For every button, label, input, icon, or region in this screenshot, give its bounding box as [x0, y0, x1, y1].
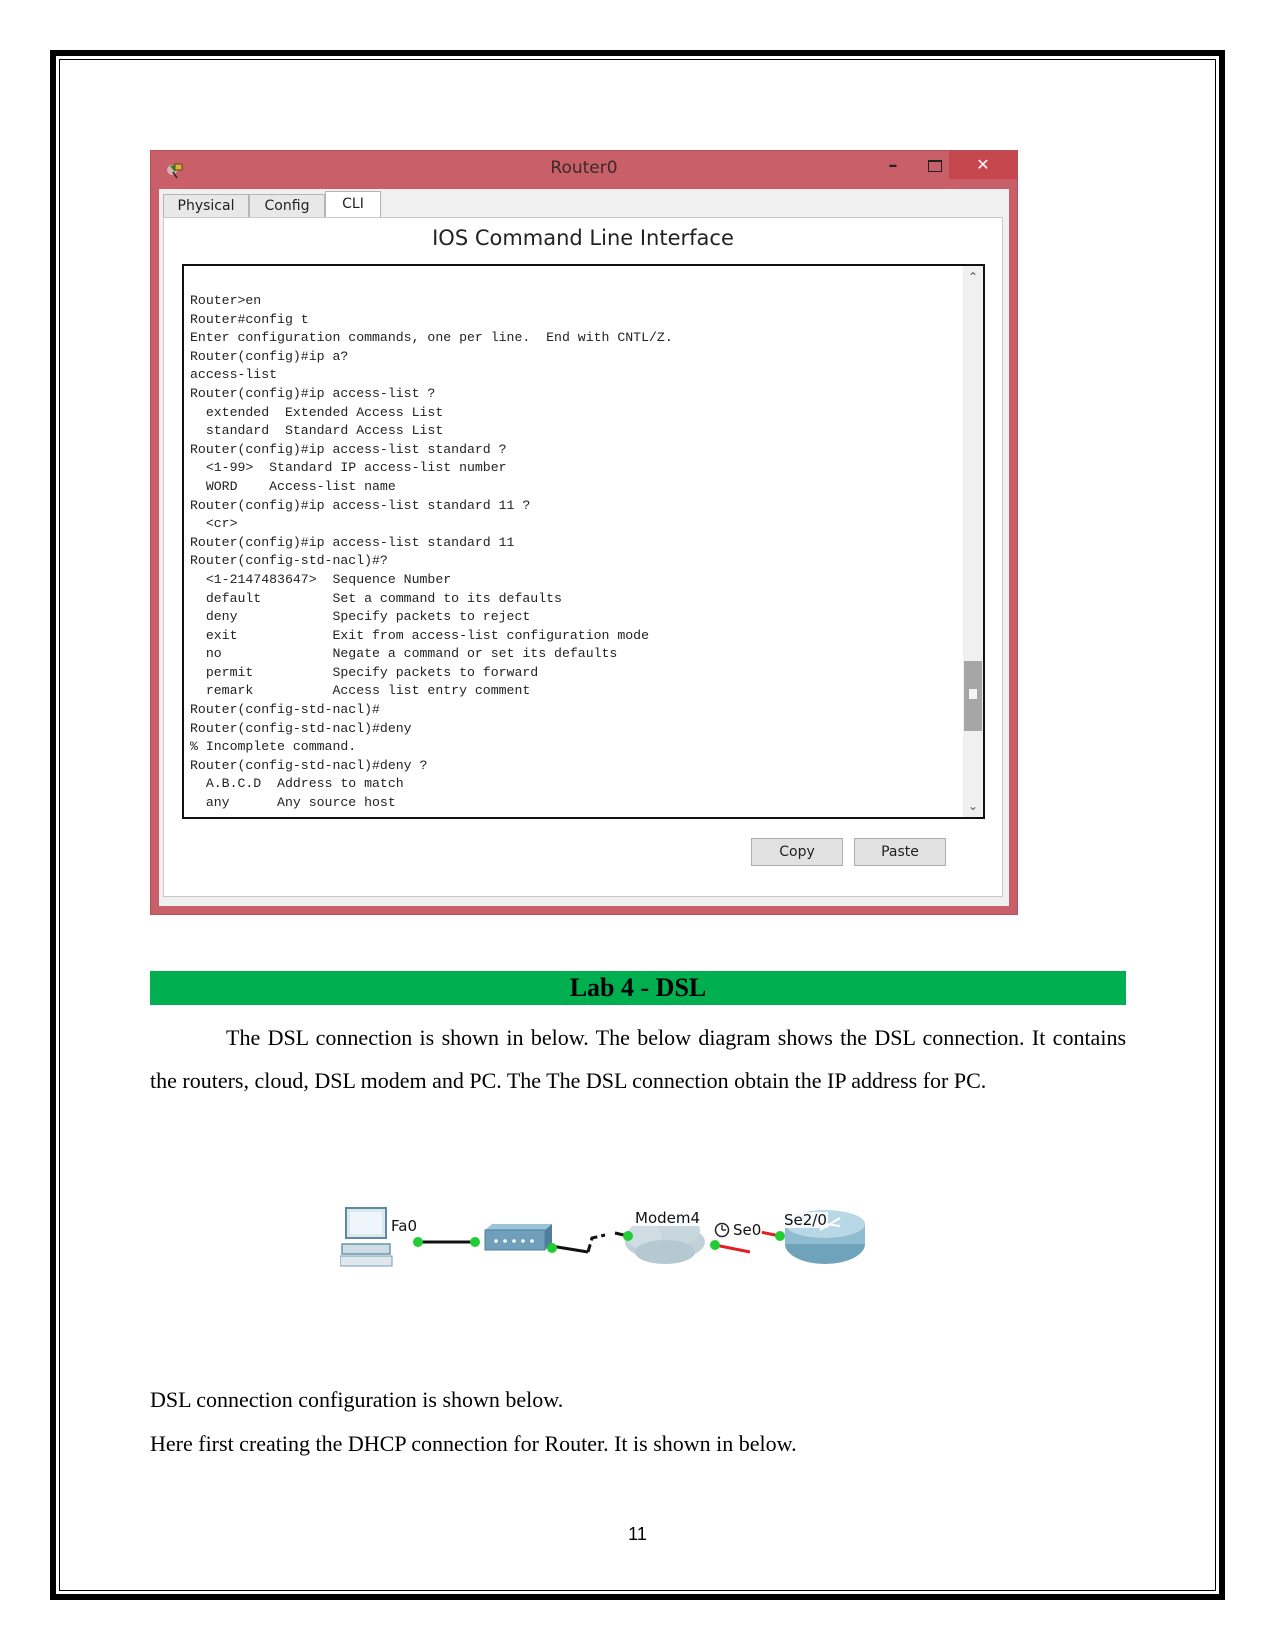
- pc-icon: [339, 1207, 393, 1267]
- title-bar[interactable]: Router0 – ✕: [151, 151, 1017, 189]
- terminal-line: Router(config-std-nacl)#?: [190, 553, 388, 569]
- terminal-line: Router(config-std-nacl)#: [190, 702, 380, 718]
- terminal-line: WORD Access-list name: [190, 478, 396, 494]
- terminal-line: A.B.C.D Address to match: [190, 776, 404, 792]
- scroll-up-icon[interactable]: ⌃: [963, 268, 983, 286]
- cli-terminal[interactable]: Router>en Router#config t Enter configurat…: [182, 264, 985, 819]
- label-cloud-serial: Se0: [732, 1221, 763, 1239]
- terminal-line: Router(config)#ip access-list standard 1…: [190, 534, 515, 550]
- scrollbar-thumb[interactable]: [964, 660, 982, 731]
- dsl-modem-icon: [484, 1224, 552, 1251]
- terminal-line: Router(config)#ip a?: [190, 348, 349, 364]
- minimize-button[interactable]: –: [871, 155, 915, 183]
- terminal-line: standard Standard Access List: [190, 423, 444, 439]
- link-status-dot: [775, 1231, 785, 1241]
- label-router-serial: Se2/0: [783, 1211, 828, 1229]
- terminal-line: default Set a command to its defaults: [190, 590, 562, 606]
- terminal-line: <1-2147483647> Sequence Number: [190, 571, 452, 587]
- intro-paragraph: The DSL connection is shown in below. Th…: [150, 1025, 1126, 1093]
- maximize-icon: [928, 160, 942, 172]
- clock-icon: [714, 1222, 730, 1238]
- link-status-dot: [470, 1237, 480, 1247]
- terminal-line: any Any source host: [190, 795, 396, 811]
- terminal-scrollbar[interactable]: ⌃ ⌄: [963, 266, 983, 817]
- cli-panel: IOS Command Line Interface Router>en Rout…: [163, 217, 1003, 897]
- terminal-line: access-list: [190, 367, 278, 383]
- link-status-dot: [413, 1237, 423, 1247]
- close-button[interactable]: ✕: [949, 151, 1017, 179]
- copy-button[interactable]: Copy: [751, 838, 843, 866]
- terminal-line: permit Specify packets to forward: [190, 664, 539, 680]
- terminal-line: deny Specify packets to reject: [190, 609, 531, 625]
- link-status-dot: [623, 1231, 633, 1241]
- terminal-line: Enter configuration commands, one per li…: [190, 330, 673, 346]
- terminal-line: no Negate a command or set its defaults: [190, 646, 618, 662]
- label-cloud: Modem4: [634, 1209, 702, 1227]
- link-phone-cloud: [586, 1233, 606, 1253]
- terminal-line: <cr>: [190, 516, 238, 532]
- terminal-line: <1-99> Standard IP access-list number: [190, 460, 507, 476]
- terminal-line: Router>en: [190, 293, 262, 308]
- link-status-dot: [710, 1240, 720, 1250]
- link-status-dot: [547, 1243, 557, 1253]
- terminal-output: Router>en Router#config t Enter configurat…: [190, 292, 673, 813]
- scrollbar-grip: [969, 688, 977, 699]
- tab-cli[interactable]: CLI: [325, 191, 381, 218]
- section-heading: Lab 4 - DSL: [150, 971, 1126, 1005]
- terminal-line: Router(config)#ip access-list standard ?: [190, 441, 507, 457]
- terminal-line: Router#config t: [190, 311, 309, 327]
- config-intro-line: DSL connection configuration is shown be…: [150, 1387, 564, 1412]
- terminal-line: Router(config-std-nacl)#deny: [190, 720, 412, 736]
- dhcp-intro-line: Here first creating the DHCP connection …: [150, 1431, 797, 1456]
- terminal-line: exit Exit from access-list configuration…: [190, 627, 649, 643]
- paste-button[interactable]: Paste: [854, 838, 946, 866]
- panel-heading: IOS Command Line Interface: [432, 226, 734, 250]
- terminal-line: Router(config)#ip access-list ?: [190, 385, 436, 401]
- scroll-down-icon[interactable]: ⌄: [963, 797, 983, 815]
- terminal-line: Router(config-std-nacl)#deny ?: [190, 757, 428, 773]
- terminal-line: extended Extended Access List: [190, 404, 444, 420]
- link-serial-cloud: [714, 1243, 751, 1254]
- terminal-line: Router(config)#ip access-list standard 1…: [190, 497, 531, 513]
- router-window: Router0 – ✕ Physical Config CLI IOS Comm…: [150, 150, 1018, 915]
- page-number: 11: [628, 1524, 647, 1544]
- label-pc-port: Fa0: [390, 1217, 418, 1235]
- tab-physical[interactable]: Physical: [163, 194, 249, 217]
- terminal-line: remark Access list entry comment: [190, 683, 531, 699]
- tab-config[interactable]: Config: [249, 194, 325, 217]
- window-client: Physical Config CLI IOS Command Line Int…: [159, 189, 1009, 906]
- dsl-network-diagram: Fa0 Modem4 Se0 Se2/0: [339, 1200, 940, 1280]
- terminal-line: % Incomplete command.: [190, 739, 357, 755]
